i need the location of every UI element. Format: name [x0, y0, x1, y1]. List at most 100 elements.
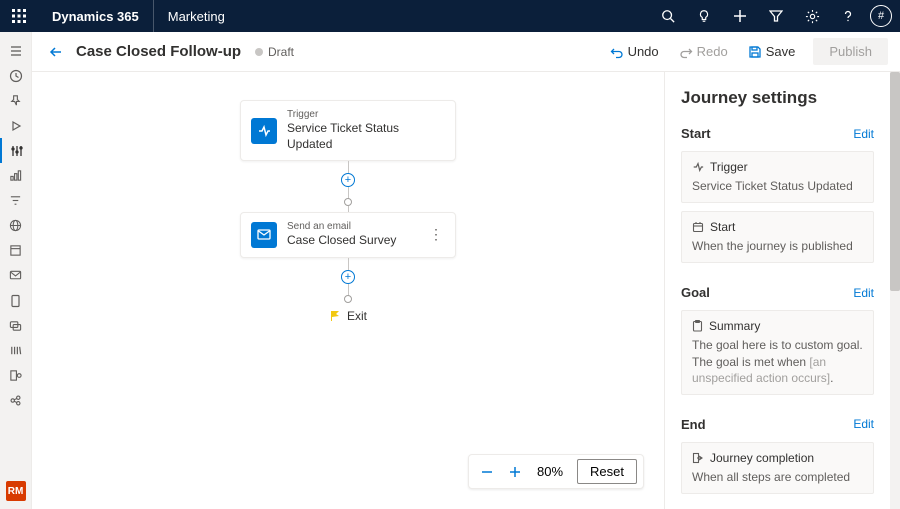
shell-left: Dynamics 365 Marketing — [0, 0, 239, 32]
zoom-in-button[interactable] — [503, 460, 527, 484]
node-kind-label: Send an email — [287, 221, 396, 233]
exit-icon — [692, 452, 704, 464]
edit-link[interactable]: Edit — [853, 417, 874, 431]
rail-globe-icon[interactable] — [0, 213, 32, 238]
journey-canvas[interactable]: Trigger Service Ticket Status Updated + … — [32, 72, 664, 509]
connector-dot-icon — [344, 295, 352, 303]
page-title: Case Closed Follow-up — [76, 43, 241, 60]
save-button[interactable]: Save — [740, 40, 804, 63]
rail-email-icon[interactable] — [0, 263, 32, 288]
section-title: Goal — [681, 285, 710, 300]
rail-recent-icon[interactable] — [0, 63, 32, 88]
plus-icon[interactable] — [722, 0, 758, 32]
help-icon[interactable] — [830, 0, 866, 32]
panel-card-start[interactable]: Start When the journey is published — [681, 211, 874, 263]
scrollbar-thumb[interactable] — [890, 72, 900, 291]
card-body-pre: The goal here is to custom goal. The goa… — [692, 338, 863, 368]
node-text: Send an email Case Closed Survey — [287, 221, 396, 249]
command-bar: Case Closed Follow-up Draft Undo Redo Sa… — [32, 32, 900, 72]
edit-link[interactable]: Edit — [853, 127, 874, 141]
connector-line — [348, 161, 349, 173]
panel-card-goal-summary[interactable]: Summary The goal here is to custom goal.… — [681, 310, 874, 395]
panel-card-journey-completion[interactable]: Journey completion When all steps are co… — [681, 442, 874, 494]
canvas-content: Trigger Service Ticket Status Updated + … — [32, 72, 664, 323]
rail-segments-icon[interactable] — [0, 188, 32, 213]
section-title: End — [681, 417, 706, 432]
connector-line — [348, 258, 349, 270]
zoom-out-button[interactable] — [475, 460, 499, 484]
card-body: The goal here is to custom goal. The goa… — [692, 337, 863, 386]
redo-button: Redo — [671, 40, 736, 63]
status-label: Draft — [268, 45, 294, 59]
rail-library-icon[interactable] — [0, 338, 32, 363]
redo-icon — [679, 45, 693, 59]
email-icon — [251, 222, 277, 248]
edit-link[interactable]: Edit — [853, 286, 874, 300]
persona-switcher[interactable]: RM — [6, 481, 26, 501]
publish-button: Publish — [813, 38, 888, 65]
flag-icon — [329, 310, 341, 322]
back-button[interactable] — [44, 40, 68, 64]
status-badge: Draft — [255, 45, 294, 59]
rail-forms-icon[interactable] — [0, 363, 32, 388]
app-name[interactable]: Dynamics 365 — [38, 0, 154, 32]
save-label: Save — [766, 44, 796, 59]
node-title-label: Case Closed Survey — [287, 233, 396, 249]
zoom-reset-button[interactable]: Reset — [577, 459, 637, 484]
panel-title: Journey settings — [681, 88, 874, 108]
rail-bottom: RM — [0, 481, 31, 509]
rail-play-icon[interactable] — [0, 113, 32, 138]
filter-icon[interactable] — [758, 0, 794, 32]
card-head-label: Summary — [709, 319, 760, 333]
node-text: Trigger Service Ticket Status Updated — [287, 109, 445, 152]
search-icon[interactable] — [650, 0, 686, 32]
rail-pinned-icon[interactable] — [0, 88, 32, 113]
save-icon — [748, 45, 762, 59]
rail-mobile-icon[interactable] — [0, 288, 32, 313]
add-step-button[interactable]: + — [341, 173, 355, 187]
connector-line — [348, 284, 349, 296]
user-avatar[interactable]: # — [870, 5, 892, 27]
panel-section-start: Start Edit Trigger Service Ticket Status… — [681, 126, 874, 263]
waffle-icon[interactable] — [0, 0, 38, 32]
rail-menu-icon[interactable] — [0, 38, 32, 63]
publish-label: Publish — [829, 44, 872, 59]
rail-journeys-icon[interactable] — [0, 138, 32, 163]
node-title-label: Service Ticket Status Updated — [287, 121, 445, 152]
undo-label: Undo — [628, 44, 659, 59]
add-step-button[interactable]: + — [341, 270, 355, 284]
shell-bar: Dynamics 365 Marketing # — [0, 0, 900, 32]
undo-button[interactable]: Undo — [602, 40, 667, 63]
lightbulb-icon[interactable] — [686, 0, 722, 32]
scrollbar[interactable] — [890, 72, 900, 509]
shell-right: # — [650, 0, 900, 32]
trigger-icon — [251, 118, 277, 144]
journey-settings-panel: Journey settings Start Edit Trigger Serv… — [664, 72, 890, 509]
undo-icon — [610, 45, 624, 59]
rail-share-icon[interactable] — [0, 388, 32, 413]
card-body: Service Ticket Status Updated — [692, 178, 863, 194]
zoom-control: 80% Reset — [468, 454, 644, 489]
node-send-email[interactable]: Send an email Case Closed Survey ⋮ — [240, 212, 456, 258]
card-head-label: Journey completion — [710, 451, 814, 465]
node-trigger[interactable]: Trigger Service Ticket Status Updated — [240, 100, 456, 161]
cmdbar-right: Undo Redo Save Publish — [602, 38, 888, 65]
card-head-label: Trigger — [710, 160, 748, 174]
exit-node[interactable]: Exit — [329, 309, 367, 323]
workspace: Trigger Service Ticket Status Updated + … — [32, 72, 900, 509]
redo-label: Redo — [697, 44, 728, 59]
node-kind-label: Trigger — [287, 109, 445, 121]
section-title: Start — [681, 126, 711, 141]
node-more-icon[interactable]: ⋮ — [427, 226, 445, 243]
gear-icon[interactable] — [794, 0, 830, 32]
rail-dashboard-icon[interactable] — [0, 238, 32, 263]
app-area[interactable]: Marketing — [154, 0, 239, 32]
connector-dot-icon — [344, 198, 352, 206]
panel-card-trigger[interactable]: Trigger Service Ticket Status Updated — [681, 151, 874, 203]
clipboard-icon — [692, 320, 703, 332]
zoom-percent: 80% — [531, 464, 569, 479]
card-body-post: . — [830, 371, 833, 385]
rail-messages-icon[interactable] — [0, 313, 32, 338]
rail-analytics-icon[interactable] — [0, 163, 32, 188]
calendar-icon — [692, 221, 704, 233]
